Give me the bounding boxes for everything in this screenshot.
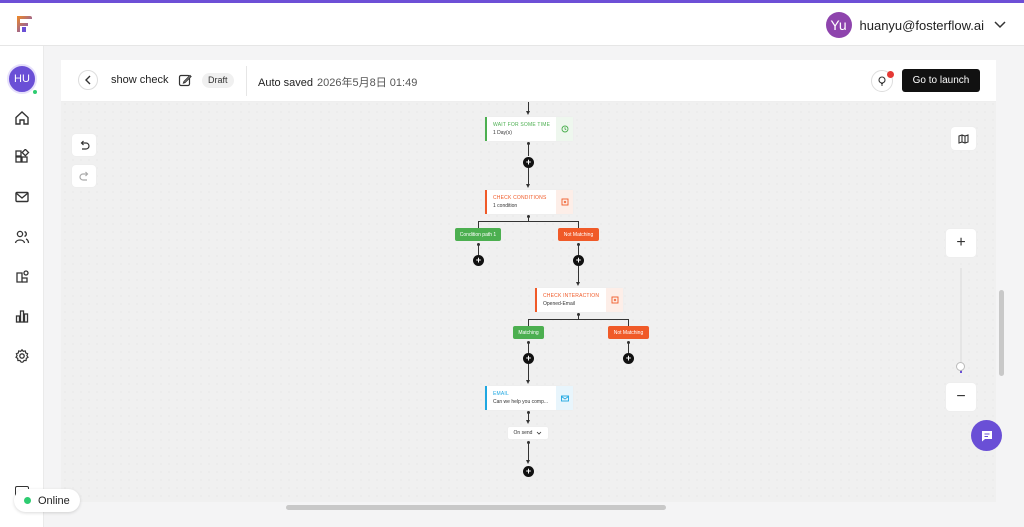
go-to-launch-button[interactable]: Go to launch: [902, 69, 980, 92]
toolbar-divider: [246, 66, 247, 96]
node-subtitle: 1 Day(s): [493, 130, 512, 136]
chevron-down-icon: [537, 431, 542, 435]
send-trigger-select[interactable]: On send: [508, 427, 548, 439]
vertical-scrollbar[interactable]: [999, 290, 1004, 376]
app-header: Yu huanyu@fosterflow.ai: [0, 3, 1024, 46]
condition-icon: [556, 190, 573, 214]
presence-indicator: [32, 89, 38, 95]
node-title: EMAIL: [493, 391, 510, 397]
map-icon: [958, 133, 969, 144]
home-icon[interactable]: [12, 108, 32, 128]
connector-arrow: [576, 282, 580, 286]
zoom-in-button[interactable]: +: [946, 229, 976, 257]
redo-icon: [78, 171, 88, 181]
zoom-out-button[interactable]: −: [946, 383, 976, 411]
wait-for-time-node[interactable]: WAIT FOR SOME TIME 1 Day(s): [485, 117, 573, 141]
zoom-slider-handle[interactable]: [956, 362, 965, 371]
branch-line: [528, 319, 629, 320]
branch-line: [478, 221, 579, 222]
users-icon[interactable]: [12, 227, 32, 247]
node-accent-bar: [485, 190, 487, 214]
back-button[interactable]: [78, 70, 98, 90]
clock-icon: [556, 117, 573, 141]
support-chat-button[interactable]: [971, 420, 1002, 451]
undo-button[interactable]: [72, 134, 96, 156]
flow-name: show check: [111, 74, 169, 86]
autosave-status: Auto saved 2026年5月8日 01:49: [258, 74, 417, 90]
connector: [528, 364, 529, 380]
check-conditions-node[interactable]: CHECK CONDITIONS 1 condition: [485, 190, 573, 214]
chat-icon: [981, 430, 992, 441]
notification-dot: [887, 71, 894, 78]
add-step-button[interactable]: +: [523, 466, 534, 477]
chevron-down-icon[interactable]: [994, 21, 1006, 29]
email-node[interactable]: EMAIL Can we help you comp...: [485, 386, 573, 410]
connector: [528, 144, 529, 156]
user-email[interactable]: huanyu@fosterflow.ai: [860, 18, 985, 33]
zoom-slider-track[interactable]: [960, 268, 962, 370]
minimap-button[interactable]: [951, 127, 976, 150]
connector: [578, 245, 579, 255]
node-title: CHECK CONDITIONS: [493, 195, 547, 201]
autosave-time: 2026年5月8日 01:49: [317, 77, 418, 89]
add-step-button[interactable]: +: [623, 353, 634, 364]
chevron-left-icon: [85, 75, 91, 85]
connector-arrow: [526, 184, 530, 188]
connector: [528, 343, 529, 353]
connector: [528, 319, 529, 326]
node-accent-bar: [535, 288, 537, 312]
online-label: Online: [38, 494, 70, 507]
node-title: CHECK INTERACTION: [543, 293, 600, 299]
settings-icon[interactable]: [12, 346, 32, 366]
connector: [628, 319, 629, 326]
online-status[interactable]: Online: [14, 489, 80, 512]
connector: [478, 221, 479, 228]
condition-path-1-label[interactable]: Condition path 1: [455, 228, 501, 241]
node-title: WAIT FOR SOME TIME: [493, 122, 551, 128]
node-subtitle: 1 condition: [493, 203, 518, 209]
connector-arrow: [526, 460, 530, 464]
node-subtitle: Opened-Email: [543, 301, 575, 307]
apps-icon[interactable]: [12, 147, 32, 167]
not-matching-label[interactable]: Not Matching: [608, 326, 649, 339]
add-step-button[interactable]: +: [523, 353, 534, 364]
add-step-button[interactable]: +: [573, 255, 584, 266]
connector: [528, 443, 529, 461]
connector: [478, 245, 479, 255]
fosterflow-logo[interactable]: [12, 13, 34, 35]
status-badge: Draft: [202, 73, 234, 88]
redo-button[interactable]: [72, 165, 96, 187]
user-avatar[interactable]: Yu: [825, 12, 852, 38]
autosave-label: Auto saved: [258, 77, 314, 89]
sidebar: HU: [0, 46, 44, 527]
connector-arrow: [526, 420, 530, 424]
connector: [628, 343, 629, 353]
flow-toolbar: show check Draft Auto saved 2026年5月8日 01:…: [61, 60, 996, 102]
horizontal-scrollbar[interactable]: [286, 505, 666, 510]
connector-arrow: [526, 111, 530, 115]
edit-icon[interactable]: [178, 73, 192, 87]
send-trigger-value: On send: [513, 430, 533, 436]
connector-arrow: [526, 380, 530, 384]
not-matching-label[interactable]: Not Matching: [558, 228, 599, 241]
online-indicator: [24, 497, 31, 504]
undo-icon: [80, 140, 90, 150]
check-interaction-node[interactable]: CHECK INTERACTION Opened-Email: [535, 288, 623, 312]
add-step-button[interactable]: +: [473, 255, 484, 266]
connector: [528, 168, 529, 185]
lightbulb-icon: [878, 76, 886, 86]
node-subtitle: Can we help you comp...: [493, 399, 549, 405]
connector: [578, 221, 579, 228]
interaction-icon: [606, 288, 623, 312]
integrations-icon[interactable]: [12, 267, 32, 287]
user-menu[interactable]: Yu huanyu@fosterflow.ai: [825, 11, 1007, 39]
node-accent-bar: [485, 386, 487, 410]
connector: [578, 266, 579, 282]
envelope-icon: [556, 386, 573, 410]
matching-label[interactable]: Matching: [513, 326, 544, 339]
mail-icon[interactable]: [12, 187, 32, 207]
analytics-icon[interactable]: [12, 306, 32, 326]
node-accent-bar: [485, 117, 487, 141]
add-step-button[interactable]: +: [523, 157, 534, 168]
